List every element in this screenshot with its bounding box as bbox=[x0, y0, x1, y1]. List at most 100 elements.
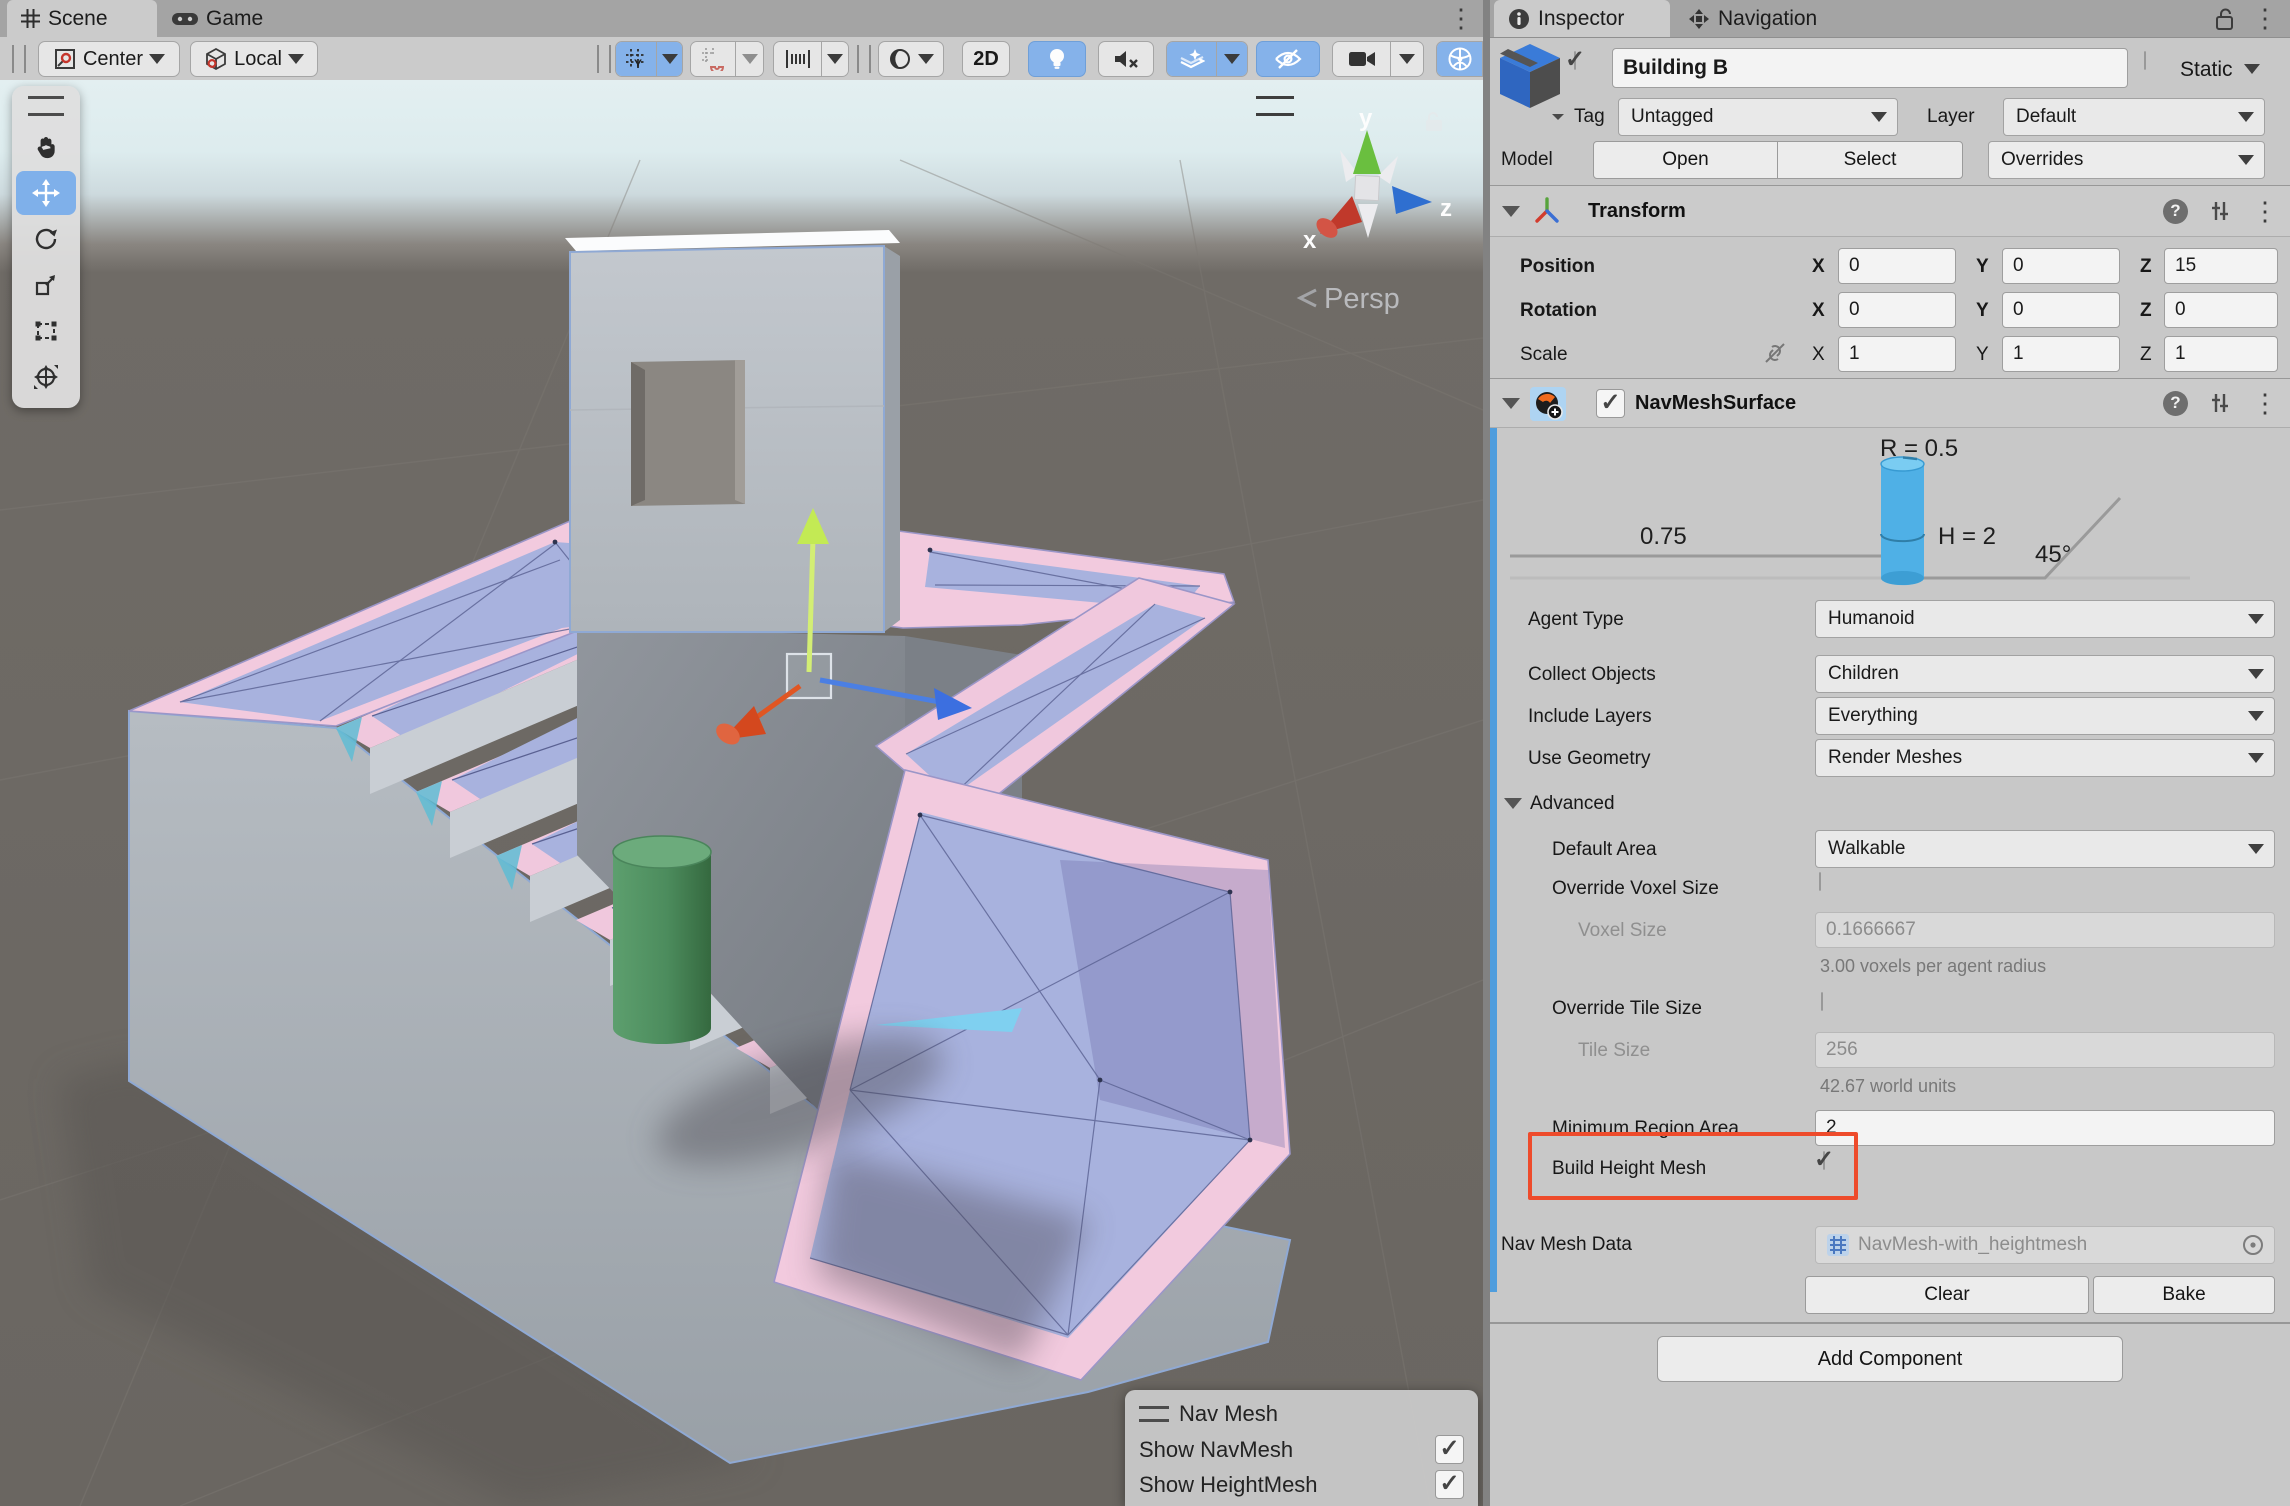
transform-menu-icon[interactable]: ⋮ bbox=[2252, 199, 2278, 223]
camera-toggle[interactable] bbox=[1333, 42, 1390, 76]
model-open-button[interactable]: Open bbox=[1593, 141, 1778, 179]
effects-dropdown[interactable] bbox=[1216, 42, 1247, 76]
scale-tool-button[interactable] bbox=[16, 263, 76, 307]
scene-visibility-button[interactable] bbox=[1256, 41, 1320, 77]
nav-mesh-data-field[interactable]: NavMesh-with_heightmesh bbox=[1815, 1226, 2275, 1264]
default-area-dropdown[interactable]: Walkable bbox=[1815, 830, 2275, 868]
clear-button[interactable]: Clear bbox=[1805, 1276, 2089, 1314]
navmeshsurface-enabled-checkbox[interactable] bbox=[1596, 389, 1625, 418]
collect-objects-dropdown[interactable]: Children bbox=[1815, 655, 2275, 693]
snap-split-button[interactable] bbox=[690, 41, 764, 77]
navmeshsurface-foldout-icon[interactable] bbox=[1502, 398, 1520, 409]
panel-splitter[interactable] bbox=[1483, 0, 1490, 1506]
toolbar-drag-handle[interactable] bbox=[597, 45, 611, 73]
transform-tool-button[interactable] bbox=[16, 355, 76, 399]
rotation-y-field[interactable]: 0 bbox=[2002, 292, 2120, 328]
camera-split-button[interactable] bbox=[1332, 41, 1424, 77]
audio-toggle-button[interactable] bbox=[1098, 41, 1154, 77]
rect-tool-icon bbox=[33, 318, 59, 344]
scene-viewport[interactable]: y x z Persp bbox=[0, 80, 1483, 1506]
position-z-field[interactable]: 15 bbox=[2164, 248, 2278, 284]
pivot-mode-button[interactable]: Center bbox=[38, 41, 180, 77]
model-select-button[interactable]: Select bbox=[1777, 141, 1963, 179]
rect-tool-button[interactable] bbox=[16, 309, 76, 353]
gizmos-toggle[interactable] bbox=[1437, 42, 1482, 76]
hand-tool-button[interactable] bbox=[16, 125, 76, 169]
effects-toggle[interactable] bbox=[1167, 42, 1216, 76]
layer-dropdown[interactable]: Default bbox=[2003, 98, 2265, 136]
override-voxel-size-checkbox[interactable] bbox=[1819, 872, 1821, 891]
static-dropdown-icon[interactable] bbox=[2244, 64, 2260, 74]
tools-overlay-handle[interactable] bbox=[28, 96, 64, 116]
use-geometry-dropdown[interactable]: Render Meshes bbox=[1815, 739, 2275, 777]
effects-split-button[interactable] bbox=[1166, 41, 1248, 77]
show-navmesh-checkbox[interactable] bbox=[1435, 1435, 1464, 1464]
green-cylinder[interactable] bbox=[613, 836, 711, 1044]
override-tile-size-checkbox[interactable] bbox=[1821, 992, 1823, 1011]
scale-z-field[interactable]: 1 bbox=[2164, 336, 2278, 372]
static-checkbox[interactable] bbox=[2144, 51, 2146, 70]
position-x-field[interactable]: 0 bbox=[1838, 248, 1956, 284]
persp-chevron-icon bbox=[1300, 290, 1316, 306]
gizmo-overlay-handle[interactable] bbox=[1256, 96, 1294, 116]
navmeshsurface-menu-icon[interactable]: ⋮ bbox=[2252, 391, 2278, 415]
add-component-button[interactable]: Add Component bbox=[1657, 1336, 2123, 1382]
snap-dropdown[interactable] bbox=[735, 42, 763, 76]
gizmo-z-cone[interactable] bbox=[1392, 186, 1432, 214]
rotate-tool-button[interactable] bbox=[16, 217, 76, 261]
include-layers-dropdown[interactable]: Everything bbox=[1815, 697, 2275, 735]
scene-tab-menu-icon[interactable]: ⋮ bbox=[1448, 0, 1474, 37]
shading-mode-button[interactable] bbox=[878, 41, 944, 77]
toolbar-drag-handle[interactable] bbox=[12, 45, 26, 73]
inspector-menu-icon[interactable]: ⋮ bbox=[2252, 0, 2278, 37]
position-y-field[interactable]: 0 bbox=[2002, 248, 2120, 284]
toolbar-drag-handle[interactable] bbox=[857, 45, 871, 73]
snap-toggle[interactable] bbox=[691, 42, 735, 76]
tab-inspector[interactable]: Inspector bbox=[1494, 0, 1670, 37]
prefab-cube-icon[interactable] bbox=[1498, 42, 1564, 120]
rotation-x-field[interactable]: 0 bbox=[1838, 292, 1956, 328]
navmeshsurface-header[interactable]: NavMeshSurface ? ⋮ bbox=[1490, 378, 2290, 428]
scale-x-field[interactable]: 1 bbox=[1838, 336, 1956, 372]
gameobject-active-checkbox[interactable] bbox=[1574, 51, 1576, 70]
minimum-region-area-field[interactable]: 2 bbox=[1815, 1110, 2275, 1146]
overrides-dropdown[interactable]: Overrides bbox=[1988, 141, 2265, 179]
bake-button[interactable]: Bake bbox=[2093, 1276, 2275, 1314]
grid-toggle[interactable]: Y bbox=[616, 42, 656, 76]
move-tool-button[interactable] bbox=[16, 171, 76, 215]
link-broken-icon[interactable] bbox=[1762, 340, 1788, 366]
agent-type-dropdown[interactable]: Humanoid bbox=[1815, 600, 2275, 638]
measure-split-button[interactable] bbox=[773, 41, 849, 77]
grid-visibility-split-button[interactable]: Y bbox=[615, 41, 683, 77]
tab-scene[interactable]: Scene bbox=[7, 0, 157, 37]
scale-y-field[interactable]: 1 bbox=[2002, 336, 2120, 372]
camera-dropdown[interactable] bbox=[1390, 42, 1423, 76]
presets-icon[interactable] bbox=[2208, 391, 2232, 415]
gameobject-name-field[interactable]: Building B bbox=[1612, 48, 2128, 88]
measure-dropdown[interactable] bbox=[821, 42, 848, 76]
transform-header[interactable]: Transform ? ⋮ bbox=[1490, 185, 2290, 237]
show-heightmesh-checkbox[interactable] bbox=[1435, 1470, 1464, 1499]
persp-label[interactable]: Persp bbox=[1324, 283, 1400, 315]
measure-toggle[interactable] bbox=[774, 42, 821, 76]
orientation-gizmo[interactable]: y x z Persp bbox=[1300, 105, 1452, 315]
lock-icon[interactable] bbox=[2214, 7, 2236, 31]
object-picker-icon[interactable] bbox=[2242, 1234, 2264, 1256]
advanced-foldout-icon[interactable] bbox=[1504, 798, 1522, 809]
presets-icon[interactable] bbox=[2208, 199, 2232, 223]
tab-game[interactable]: Game bbox=[158, 0, 294, 37]
transform-foldout-icon[interactable] bbox=[1502, 206, 1520, 217]
lighting-toggle-button[interactable] bbox=[1028, 41, 1086, 77]
2d-toggle-button[interactable]: 2D bbox=[962, 41, 1010, 77]
rotation-z-field[interactable]: 0 bbox=[2164, 292, 2278, 328]
help-icon[interactable]: ? bbox=[2163, 391, 2188, 416]
rotation-mode-button[interactable]: Local bbox=[190, 41, 318, 77]
advanced-label[interactable]: Advanced bbox=[1530, 793, 1615, 815]
gizmo-y-cone[interactable] bbox=[1353, 130, 1381, 174]
tag-dropdown[interactable]: Untagged bbox=[1618, 98, 1898, 136]
tab-navigation[interactable]: Navigation bbox=[1674, 0, 1854, 37]
navmesh-overlay-handle[interactable] bbox=[1139, 1406, 1169, 1422]
grid-dropdown[interactable] bbox=[656, 42, 682, 76]
navmesh-overlay-title: Nav Mesh bbox=[1179, 1401, 1278, 1427]
help-icon[interactable]: ? bbox=[2163, 199, 2188, 224]
